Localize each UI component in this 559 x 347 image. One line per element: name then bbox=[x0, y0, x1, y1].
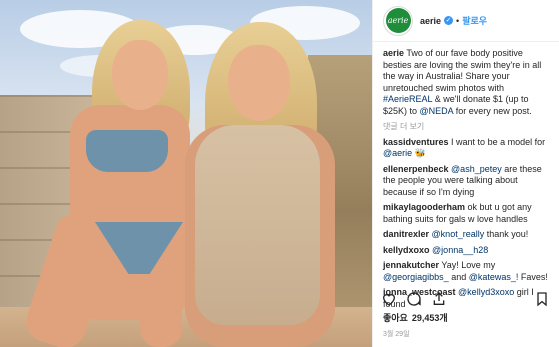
comment-text: thank you! bbox=[484, 229, 529, 239]
mention-link[interactable]: @katewas_! bbox=[469, 272, 519, 282]
action-bar bbox=[381, 291, 447, 307]
mention-link[interactable]: @kellyd3xoxo bbox=[458, 287, 514, 297]
caption-text: Two of our fave body positive besties ar… bbox=[383, 48, 542, 93]
share-icon[interactable] bbox=[431, 291, 447, 307]
comment-item: mikaylagooderham ok but u got any bathin… bbox=[383, 202, 549, 225]
comment-icon[interactable] bbox=[406, 291, 422, 307]
avatar[interactable]: aerie bbox=[383, 5, 413, 36]
likes-count[interactable]: 좋아요 29,453개 bbox=[383, 311, 448, 324]
face-right bbox=[228, 45, 290, 121]
comment-text: Yay! Love my bbox=[439, 260, 496, 270]
caption: aerie Two of our fave body positive best… bbox=[383, 48, 549, 117]
view-more-comments[interactable]: 댓글 더 보기 bbox=[383, 121, 549, 133]
post-sidebar: aerie aerie ✓ • 팔로우 aerie Two of our fav… bbox=[372, 0, 559, 347]
heart-icon[interactable] bbox=[381, 291, 397, 307]
mention-link[interactable]: @aerie bbox=[383, 148, 412, 158]
avatar-logo: aerie bbox=[385, 8, 411, 33]
comment-item: ellenerpenbeck @ash_petey are these the … bbox=[383, 164, 549, 199]
mention-link[interactable]: @jonna__h28 bbox=[432, 245, 488, 255]
hashtag-link[interactable]: #AerieREAL bbox=[383, 94, 432, 104]
separator: • bbox=[456, 15, 460, 26]
comment-username[interactable]: kassidventures bbox=[383, 137, 449, 147]
caption-username[interactable]: aerie bbox=[383, 48, 404, 58]
one-piece-swimsuit bbox=[195, 125, 320, 325]
comment-username[interactable]: jennakutcher bbox=[383, 260, 439, 270]
mention-link[interactable]: @NEDA bbox=[420, 106, 454, 116]
mention-link[interactable]: @georgiagibbs_ bbox=[383, 272, 449, 282]
comment-item: kassidventures I want to be a model for … bbox=[383, 137, 549, 160]
comment-text: and bbox=[448, 271, 469, 282]
comment-item: kellydxoxo @jonna__h28 bbox=[383, 245, 549, 257]
verified-badge-icon: ✓ bbox=[444, 16, 454, 25]
comment-username[interactable]: danitrexler bbox=[383, 229, 429, 239]
post-date: 3월 29일 bbox=[383, 331, 410, 338]
comment-text: I want to be a model for bbox=[448, 136, 546, 147]
post-header: aerie aerie ✓ • 팔로우 bbox=[373, 0, 559, 42]
follow-button[interactable]: 팔로우 bbox=[462, 14, 487, 27]
comment-item: jennakutcher Yay! Love my @georgiagibbs_… bbox=[383, 260, 549, 283]
comments-list: aerie Two of our fave body positive best… bbox=[373, 42, 559, 310]
comment-username[interactable]: mikaylagooderham bbox=[383, 202, 465, 212]
caption-text: for every new post. bbox=[453, 105, 532, 116]
bookmark-icon[interactable] bbox=[534, 291, 550, 307]
bikini-top bbox=[86, 130, 168, 172]
post-photo[interactable] bbox=[0, 0, 372, 347]
comment-text: 🐝 bbox=[412, 148, 426, 158]
comment-username[interactable]: kellydxoxo bbox=[383, 245, 430, 255]
face-left bbox=[112, 40, 168, 110]
comment-username[interactable]: ellenerpenbeck bbox=[383, 164, 449, 174]
comment-text: Faves! bbox=[518, 271, 548, 282]
comment-item: danitrexler @knot_really thank you! bbox=[383, 229, 549, 241]
likes-number: 29,453개 bbox=[411, 313, 448, 323]
header-username[interactable]: aerie bbox=[420, 16, 441, 26]
likes-label: 좋아요 bbox=[383, 313, 408, 323]
mention-link[interactable]: @knot_really bbox=[432, 229, 485, 239]
mention-link[interactable]: @ash_petey bbox=[451, 164, 502, 174]
